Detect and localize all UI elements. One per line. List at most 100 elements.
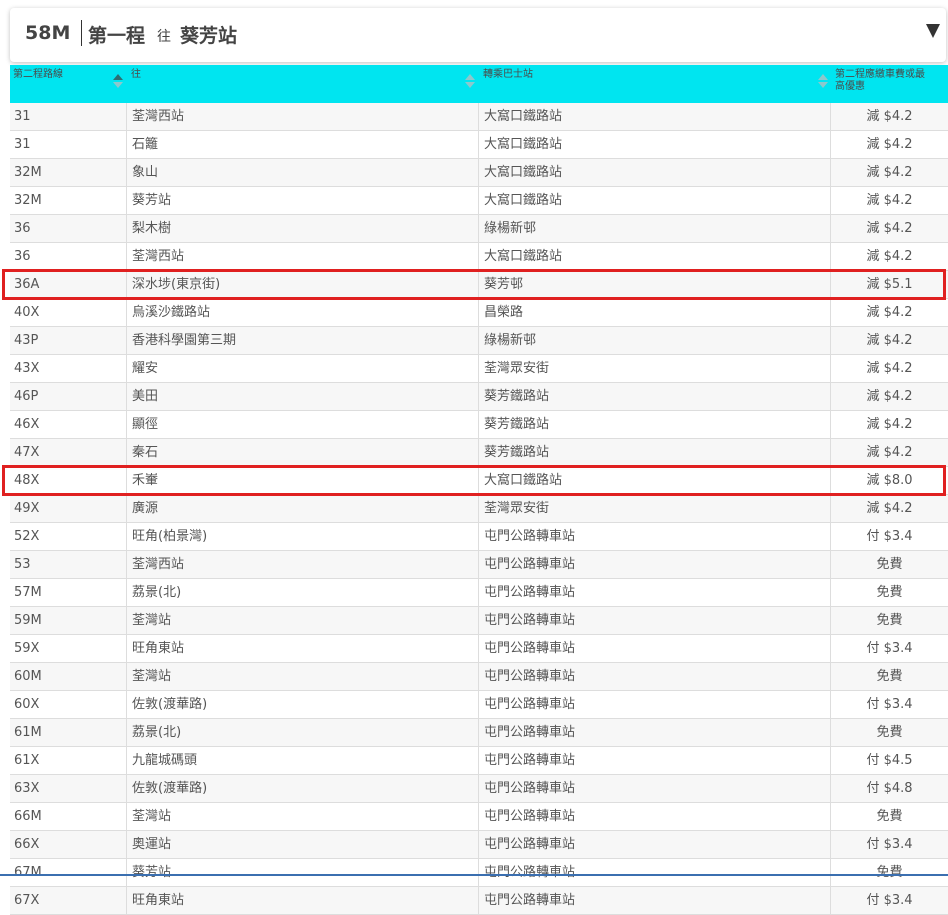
interchange-cell: 屯門公路轉車站 xyxy=(478,607,834,634)
fare-cell: 免費 xyxy=(830,859,948,886)
fare-cell: 付 $3.4 xyxy=(830,831,948,858)
table-row[interactable]: 61M 荔景(北) 屯門公路轉車站 免費 xyxy=(10,719,948,747)
sort-icon[interactable] xyxy=(465,74,475,90)
table-row[interactable]: 36 梨木樹 綠楊新邨減 $4.2 xyxy=(10,215,948,243)
fare-cell: 減 $4.2 xyxy=(830,383,948,410)
route-cell: 36 xyxy=(14,249,31,264)
interchange-cell: 屯門公路轉車站 xyxy=(478,775,834,802)
column-header-interchange[interactable]: 轉乘巴士站 xyxy=(483,69,533,81)
destination-cell: 荃灣站 xyxy=(126,663,482,690)
table-row[interactable]: 63X 佐敦(渡華路) 屯門公路轉車站付 $4.8 xyxy=(10,775,948,803)
table-row[interactable]: 32M 象山 大窩口鐵路站減 $4.2 xyxy=(10,159,948,187)
interchange-cell: 屯門公路轉車站 xyxy=(478,691,834,718)
interchange-cell: 屯門公路轉車站 xyxy=(478,663,834,690)
table-row[interactable]: 66X 奧運站 屯門公路轉車站付 $3.4 xyxy=(10,831,948,859)
interchange-cell: 屯門公路轉車站 xyxy=(478,859,834,886)
interchange-cell: 大窩口鐵路站 xyxy=(478,243,834,270)
column-header-fare[interactable]: 第二程應繳車費或最 高優惠 xyxy=(835,69,925,93)
column-header-route[interactable]: 第二程路線 xyxy=(13,69,63,81)
table-row[interactable]: 67M 葵芳站 屯門公路轉車站 免費 xyxy=(10,859,948,887)
destination-cell: 香港科學園第三期 xyxy=(126,327,482,354)
destination-cell: 旺角(柏景灣) xyxy=(126,523,482,550)
fare-cell: 減 $4.2 xyxy=(830,411,948,438)
sort-icon[interactable] xyxy=(818,74,828,90)
table-row[interactable]: 31 荃灣西站 大窩口鐵路站減 $4.2 xyxy=(10,103,948,131)
destination-cell: 佐敦(渡華路) xyxy=(126,775,482,802)
destination-cell: 烏溪沙鐵路站 xyxy=(126,299,482,326)
destination-label: 葵芳站 xyxy=(180,25,238,47)
fare-cell: 減 $4.2 xyxy=(830,215,948,242)
fare-cell: 減 $5.1 xyxy=(830,271,948,298)
interchange-cell: 屯門公路轉車站 xyxy=(478,579,834,606)
interchange-cell: 屯門公路轉車站 xyxy=(478,803,834,830)
route-cell: 43P xyxy=(14,333,39,348)
fare-cell: 減 $8.0 xyxy=(830,467,948,494)
table-row[interactable]: 59M 荃灣站 屯門公路轉車站 免費 xyxy=(10,607,948,635)
route-header-card[interactable]: 58M 第一程 往 葵芳站 xyxy=(10,8,946,62)
route-cell: 36 xyxy=(14,221,31,236)
table-row[interactable]: 36A 深水埗(東京街) 葵芳邨減 $5.1 xyxy=(10,271,948,299)
interchange-cell: 綠楊新邨 xyxy=(478,327,834,354)
table-row[interactable]: 49X 廣源 荃灣眾安街減 $4.2 xyxy=(10,495,948,523)
fare-cell: 減 $4.2 xyxy=(830,159,948,186)
fare-cell: 免費 xyxy=(830,803,948,830)
destination-cell: 象山 xyxy=(126,159,482,186)
column-header-fare-line2: 高優惠 xyxy=(835,81,865,92)
table-row[interactable]: 53 荃灣西站 屯門公路轉車站 免費 xyxy=(10,551,948,579)
table-row[interactable]: 31 石籬 大窩口鐵路站減 $4.2 xyxy=(10,131,948,159)
fare-cell: 付 $3.4 xyxy=(830,635,948,662)
table-row[interactable]: 36 荃灣西站 大窩口鐵路站減 $4.2 xyxy=(10,243,948,271)
table-row[interactable]: 43P 香港科學園第三期 綠楊新邨減 $4.2 xyxy=(10,327,948,355)
table-row[interactable]: 46X 顯徑 葵芳鐵路站減 $4.2 xyxy=(10,411,948,439)
route-cell: 57M xyxy=(14,585,42,600)
table-row[interactable]: 57M 荔景(北) 屯門公路轉車站 免費 xyxy=(10,579,948,607)
route-cell: 63X xyxy=(14,781,40,796)
route-cell: 59X xyxy=(14,641,40,656)
interchange-cell: 昌榮路 xyxy=(478,299,834,326)
route-number: 58M xyxy=(25,22,71,44)
route-cell: 67X xyxy=(14,893,40,908)
fare-cell: 減 $4.2 xyxy=(830,187,948,214)
table-row[interactable]: 48X 禾輋 大窩口鐵路站減 $8.0 xyxy=(10,467,948,495)
interchange-cell: 屯門公路轉車站 xyxy=(478,523,834,550)
dropdown-arrow-icon[interactable] xyxy=(926,24,940,38)
destination-cell: 梨木樹 xyxy=(126,215,482,242)
column-header-destination[interactable]: 往 xyxy=(131,69,141,81)
table-row[interactable]: 52X 旺角(柏景灣) 屯門公路轉車站付 $3.4 xyxy=(10,523,948,551)
interchange-cell: 荃灣眾安街 xyxy=(478,355,834,382)
sort-ascending-icon[interactable] xyxy=(113,74,123,90)
table-row[interactable]: 32M 葵芳站 大窩口鐵路站減 $4.2 xyxy=(10,187,948,215)
table-row[interactable]: 47X 秦石 葵芳鐵路站減 $4.2 xyxy=(10,439,948,467)
table-row[interactable]: 60X 佐敦(渡華路) 屯門公路轉車站付 $3.4 xyxy=(10,691,948,719)
fare-cell: 減 $4.2 xyxy=(830,243,948,270)
destination-cell: 秦石 xyxy=(126,439,482,466)
table-header: 第二程路線 往 轉乘巴士站 第二程應繳車費或最 高優惠 xyxy=(10,65,948,103)
interchange-cell: 葵芳鐵路站 xyxy=(478,383,834,410)
destination-cell: 荔景(北) xyxy=(126,719,482,746)
fare-cell: 付 $4.8 xyxy=(830,775,948,802)
table-row[interactable]: 46P 美田 葵芳鐵路站減 $4.2 xyxy=(10,383,948,411)
route-cell: 31 xyxy=(14,109,31,124)
interchange-table: 第二程路線 往 轉乘巴士站 第二程應繳車費或最 高優惠 31 荃灣西站 大窩口鐵路站… xyxy=(10,65,948,915)
destination-cell: 耀安 xyxy=(126,355,482,382)
fare-cell: 免費 xyxy=(830,579,948,606)
route-cell: 48X xyxy=(14,473,40,488)
fare-cell: 付 $3.4 xyxy=(830,691,948,718)
route-cell: 40X xyxy=(14,305,40,320)
route-cell: 31 xyxy=(14,137,31,152)
fare-cell: 減 $4.2 xyxy=(830,355,948,382)
destination-cell: 荃灣站 xyxy=(126,803,482,830)
route-cell: 66X xyxy=(14,837,40,852)
table-row[interactable]: 67X 旺角東站 屯門公路轉車站付 $3.4 xyxy=(10,887,948,915)
table-row[interactable]: 40X 烏溪沙鐵路站 昌榮路減 $4.2 xyxy=(10,299,948,327)
fare-cell: 付 $4.5 xyxy=(830,747,948,774)
destination-cell: 奧運站 xyxy=(126,831,482,858)
table-row[interactable]: 61X 九龍城碼頭 屯門公路轉車站付 $4.5 xyxy=(10,747,948,775)
table-row[interactable]: 66M 荃灣站 屯門公路轉車站 免費 xyxy=(10,803,948,831)
route-cell: 66M xyxy=(14,809,42,824)
route-cell: 53 xyxy=(14,557,31,572)
route-cell: 67M xyxy=(14,865,42,880)
table-row[interactable]: 59X 旺角東站 屯門公路轉車站付 $3.4 xyxy=(10,635,948,663)
table-row[interactable]: 60M 荃灣站 屯門公路轉車站 免費 xyxy=(10,663,948,691)
table-row[interactable]: 43X 耀安 荃灣眾安街減 $4.2 xyxy=(10,355,948,383)
